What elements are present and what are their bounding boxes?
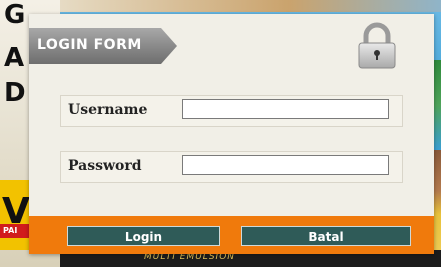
login-form-header: LOGIN FORM <box>29 28 179 64</box>
login-form-footer: Login Batal <box>29 216 434 254</box>
username-label: Username <box>68 102 148 118</box>
poster-letter: G <box>4 0 26 30</box>
password-label: Password <box>68 158 142 174</box>
poster-letter: A <box>4 43 25 73</box>
poster-letter: D <box>4 78 26 108</box>
password-row: Password <box>60 151 403 183</box>
username-input[interactable] <box>182 99 389 119</box>
username-row: Username <box>60 95 403 127</box>
cancel-button[interactable]: Batal <box>241 226 411 246</box>
login-form-title: LOGIN FORM <box>37 37 142 53</box>
login-form-panel: LOGIN FORM Username Password Login Batal <box>29 14 434 254</box>
background-top-strip <box>60 0 441 12</box>
padlock-icon <box>355 22 399 70</box>
login-button[interactable]: Login <box>67 226 220 246</box>
password-input[interactable] <box>182 155 389 175</box>
